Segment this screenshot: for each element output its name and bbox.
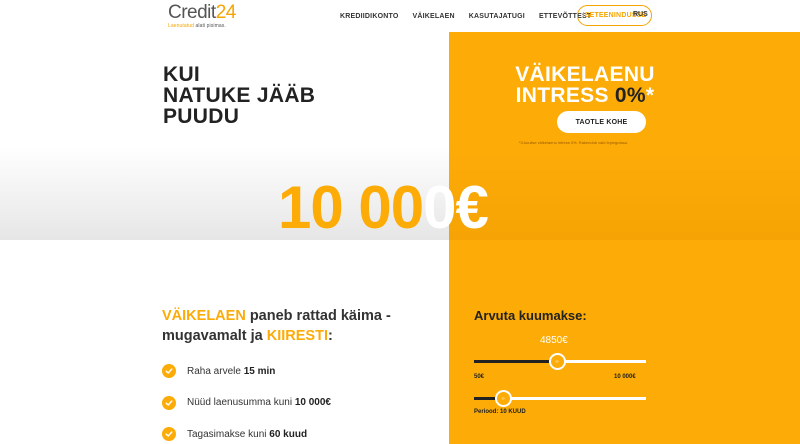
nav-item-kasutajatugi[interactable]: KASUTAJATUGI [469,13,525,20]
features-title-text: paneb rattad käima - [245,308,391,324]
amount-slider-fill [474,360,557,363]
feature-text: Tagasimakse kuni [187,428,270,440]
amount-max-label: 10 000€ [614,374,636,380]
features-title-accent: KIIRESTI [266,328,328,344]
slider-arrows-icon: ‹› [501,395,505,402]
list-item: Tagasimakse kuni 60 kuud [162,426,331,442]
nav-item-vaikelaen[interactable]: VÄIKELAEN [412,13,454,20]
feature-highlight: 15 min [243,365,276,377]
features-title-text: : [328,328,333,344]
check-icon [162,364,176,378]
logo-tagline: alati pisimas. [195,23,226,29]
logo-accent: 24 [215,2,237,23]
calculator-title: Arvuta kuumakse: [474,308,587,323]
logo-tagline-accent: Laenutatud [168,23,196,29]
features-title-text: mugavamalt ja [162,328,267,344]
main-nav: KREDIIDIKONTO VÄIKELAEN KASUTAJATUGI ETT… [340,0,605,32]
promo-rate: 0% [614,84,646,107]
header: Credit24 Laenutatud alati pisimas. KREDI… [0,0,800,32]
promo-title-text: INTRESS [515,84,615,107]
hero-amount-left: 10 00 [278,174,424,241]
amount-value: 4850€ [540,335,568,346]
period-slider[interactable]: ‹› [474,390,646,407]
promo-asterisk: * [645,84,655,107]
hero-title: KUI NATUKE JÄÄB PUUDU [163,64,315,127]
hero-amount: 10 000€ [278,174,489,241]
amount-min-label: 50€ [474,374,485,380]
hero-amount-right: 0€ [423,174,489,241]
nav-item-krediidikonto[interactable]: KREDIIDIKONTO [340,13,398,20]
promo-title: VÄIKELAENU INTRESS 0%* [460,64,710,106]
language-switch[interactable]: RUS [633,11,648,18]
feature-text: Raha arvele [187,365,244,377]
feature-highlight: 60 kuud [269,428,308,440]
feature-highlight: 10 000€ [294,397,331,408]
amount-slider-handle[interactable]: ‹› [548,353,566,370]
features-title: VÄIKELAEN paneb rattad käima - mugavamal… [162,306,391,346]
amount-slider[interactable]: ‹› [474,353,646,370]
hero-title-line: KUI [163,63,201,86]
check-icon [162,427,176,441]
promo-footnote: *3-kuulise väikelaenu intress 0%. Rakend… [519,140,629,145]
hero-title-line: NATUKE JÄÄB [163,84,316,107]
apply-now-button[interactable]: TAOTLE KOHE [557,111,646,133]
list-item: Raha arvele 15 min [162,363,331,379]
logo[interactable]: Credit24 Laenutatud alati pisimas. [168,3,236,29]
period-slider-handle[interactable]: ‹› [494,390,512,407]
features-title-accent: VÄIKELAEN [162,308,246,324]
promo-title-line: VÄIKELAENU [515,63,655,86]
check-icon [162,395,176,410]
period-label: Periood: 10 KUUD [474,409,526,415]
list-item: Nüüd laenusumma kuni 10 000€ [162,395,331,411]
feature-text: Nüüd laenusumma kuni [187,397,295,408]
hero-title-line: PUUDU [163,105,240,128]
feature-list: Raha arvele 15 min Nüüd laenusumma kuni … [162,363,331,444]
hero-right-shade [449,150,800,240]
slider-arrows-icon: ‹› [555,358,559,365]
logo-text: Credit [168,2,216,23]
